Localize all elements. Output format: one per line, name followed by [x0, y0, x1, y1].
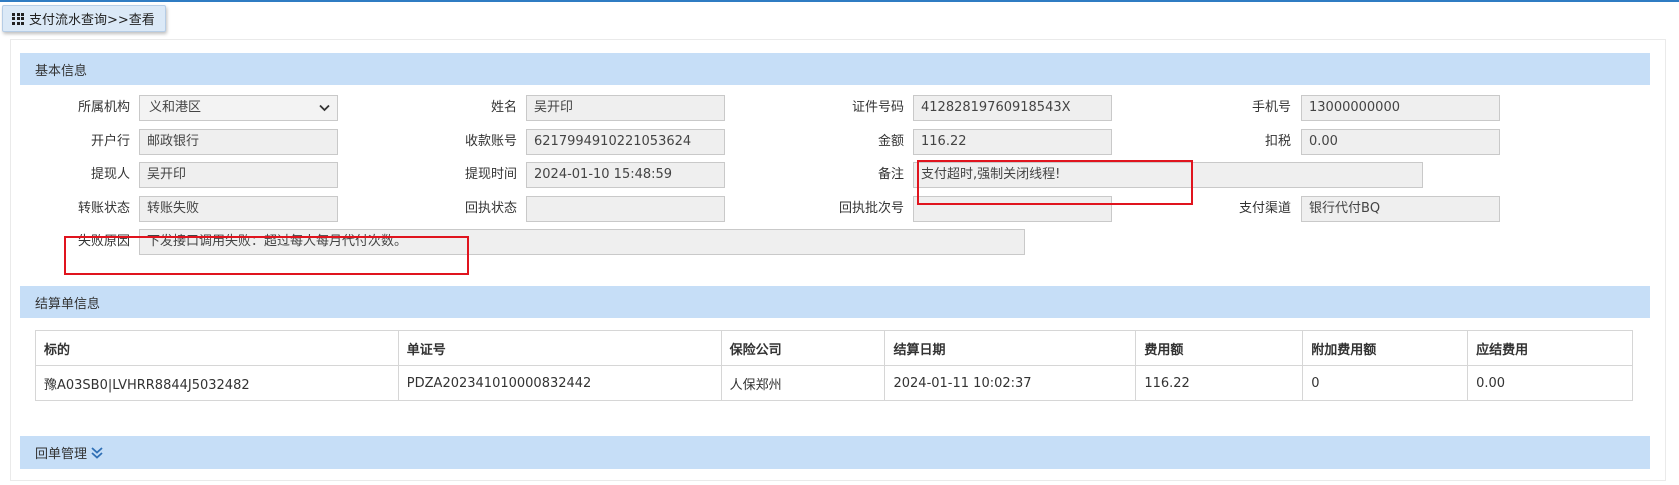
label-receipt-batch: 回执批次号 — [838, 201, 904, 216]
id-number-field[interactable]: 41282819760918543X — [913, 95, 1112, 121]
withdraw-time-field[interactable]: 2024-01-10 15:48:59 — [526, 162, 725, 188]
col-header: 保险公司 — [720, 330, 886, 366]
breadcrumb[interactable]: 支付流水查询>>查看 — [2, 5, 166, 32]
label-tax: 扣税 — [1264, 134, 1291, 149]
col-header: 标的 — [35, 330, 399, 366]
label-withdraw-time: 提现时间 — [464, 167, 517, 182]
phone-field[interactable]: 13000000000 — [1301, 95, 1500, 121]
table-cell: 豫A03SB0|LVHRR8844J5032482 — [35, 365, 399, 401]
label-pay-channel: 支付渠道 — [1238, 201, 1291, 216]
table-header-row: 标的 单证号 保险公司 结算日期 费用额 附加费用额 应结费用 — [35, 330, 1633, 366]
section-receipt-mgmt[interactable]: 回单管理 — [20, 436, 1650, 469]
section-title: 结算单信息 — [35, 296, 101, 312]
col-header: 费用额 — [1135, 330, 1304, 366]
pay-channel-field[interactable]: 银行代付BQ — [1301, 196, 1500, 222]
bank-field[interactable]: 邮政银行 — [139, 129, 338, 155]
col-header: 应结费用 — [1467, 330, 1633, 366]
table-cell: 0.00 — [1467, 365, 1633, 401]
table-cell: 人保郑州 — [720, 365, 886, 401]
section-basic-info: 基本信息 — [20, 53, 1650, 85]
top-accent-bar — [0, 0, 1679, 2]
table-cell: 116.22 — [1135, 365, 1304, 401]
table-cell: PDZA202341010000832442 — [397, 365, 722, 401]
label-name: 姓名 — [490, 100, 517, 115]
col-header: 单证号 — [397, 330, 722, 366]
label-amount: 金额 — [877, 134, 904, 149]
settlement-table: 标的 单证号 保险公司 结算日期 费用额 附加费用额 应结费用 豫A03SB0|… — [35, 330, 1633, 401]
withdrawer-field[interactable]: 吴开印 — [139, 162, 338, 188]
section-title: 回单管理 — [35, 447, 88, 462]
label-receipt-status: 回执状态 — [464, 201, 517, 216]
grid-menu-icon — [12, 12, 24, 25]
transfer-status-field[interactable]: 转账失败 — [139, 196, 338, 222]
name-field[interactable]: 吴开印 — [526, 95, 725, 121]
chevron-down-icon — [319, 104, 330, 112]
label-account: 收款账号 — [464, 134, 517, 149]
breadcrumb-text: 支付流水查询>>查看 — [29, 13, 155, 28]
label-phone: 手机号 — [1251, 100, 1291, 115]
institution-value: 义和港区 — [149, 100, 202, 115]
fail-reason-field[interactable]: 下发接口调用失败：超过每人每月代付次数。 — [139, 229, 1025, 255]
institution-select[interactable]: 义和港区 — [139, 95, 338, 121]
col-header: 结算日期 — [884, 330, 1137, 366]
label-fail-reason: 失败原因 — [77, 234, 130, 249]
label-remark: 备注 — [877, 167, 904, 182]
tax-field[interactable]: 0.00 — [1301, 129, 1500, 155]
amount-field[interactable]: 116.22 — [913, 129, 1112, 155]
table-cell: 0 — [1302, 365, 1469, 401]
col-header: 附加费用额 — [1302, 330, 1469, 366]
label-withdrawer: 提现人 — [90, 167, 130, 182]
section-title: 基本信息 — [35, 63, 88, 79]
section-settlement: 结算单信息 — [20, 286, 1650, 318]
table-row[interactable]: 豫A03SB0|LVHRR8844J5032482 PDZA2023410100… — [35, 365, 1633, 401]
double-chevron-down-icon[interactable] — [90, 446, 104, 460]
label-id-number: 证件号码 — [851, 100, 904, 115]
receipt-status-field[interactable] — [526, 196, 725, 222]
label-transfer-status: 转账状态 — [77, 201, 130, 216]
label-bank: 开户行 — [90, 134, 130, 149]
remark-field[interactable]: 支付超时,强制关闭线程! — [913, 162, 1423, 188]
account-field[interactable]: 6217994910221053624 — [526, 129, 725, 155]
receipt-batch-field[interactable] — [913, 196, 1112, 222]
table-cell: 2024-01-11 10:02:37 — [884, 365, 1137, 401]
label-institution: 所属机构 — [77, 100, 130, 115]
